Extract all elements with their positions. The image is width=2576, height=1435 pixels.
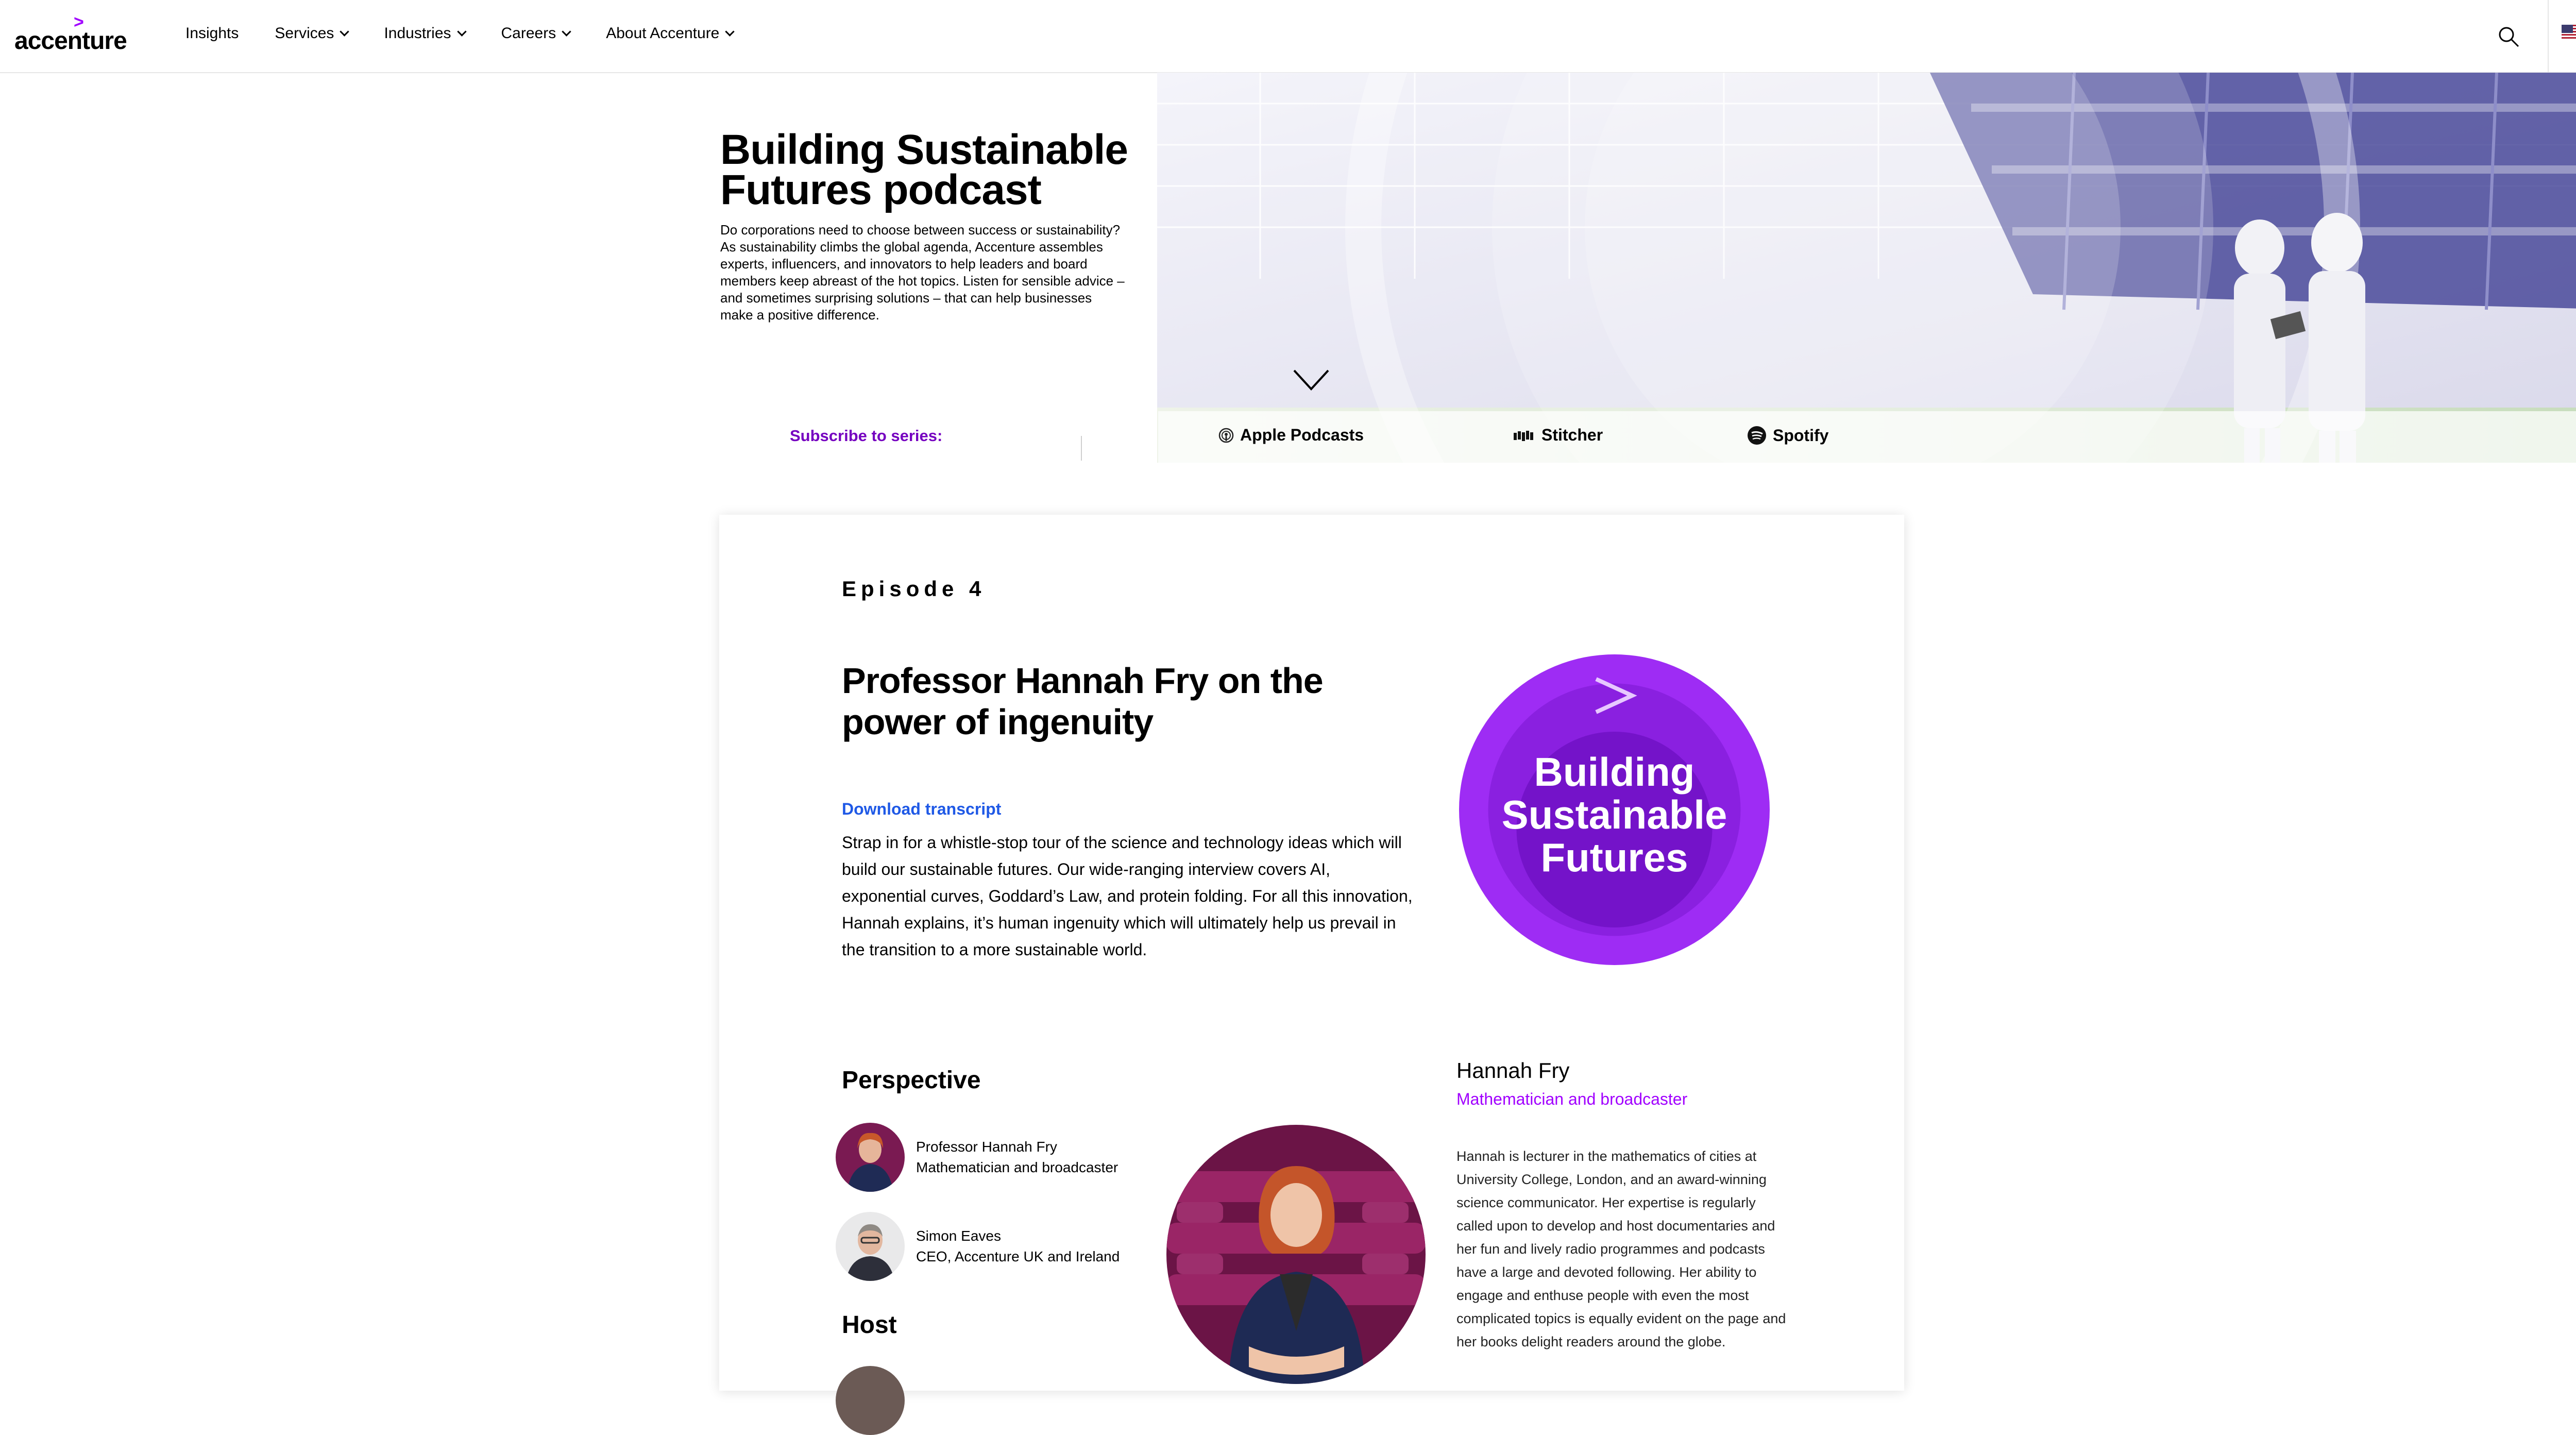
nav-label: Insights	[185, 25, 239, 42]
main-nav: Insights Services Industries Careers Abo…	[185, 25, 735, 42]
spotify-link[interactable]: Spotify	[1747, 426, 1828, 445]
nav-label: Careers	[501, 25, 556, 42]
subscribe-bar: Subscribe to series: Apple Podcasts Stit…	[720, 411, 2576, 463]
person-name: Professor Hannah Fry	[916, 1139, 1057, 1155]
podcast-badge: Building Sustainable Futures	[1459, 654, 1770, 965]
chevron-down-icon	[456, 26, 467, 37]
person-role: CEO, Accenture UK and Ireland	[916, 1248, 1120, 1264]
bio-name: Hannah Fry	[1456, 1058, 1570, 1083]
download-transcript-link[interactable]: Download transcript	[842, 800, 1001, 819]
platform-label: Spotify	[1773, 426, 1829, 445]
subscribe-bar-background	[1158, 411, 2576, 463]
logo-wordmark: accenture	[14, 27, 127, 55]
host-avatar[interactable]	[836, 1366, 905, 1435]
scroll-down-icon[interactable]	[1293, 368, 1329, 392]
spotify-icon	[1748, 426, 1766, 445]
platform-label: Stitcher	[1541, 426, 1603, 444]
badge-line-2: Sustainable	[1502, 792, 1727, 837]
chevron-down-icon	[340, 26, 350, 37]
featured-portrait	[1166, 1125, 1426, 1384]
perspective-heading: Perspective	[842, 1067, 981, 1094]
stitcher-icon	[1514, 430, 1533, 441]
page-title: Building Sustainable Futures podcast	[720, 126, 1128, 213]
person-name: Simon Eaves	[916, 1228, 1001, 1244]
host-heading: Host	[842, 1311, 897, 1339]
nav-divider	[2548, 0, 2549, 72]
chevron-down-icon	[562, 26, 571, 37]
nav-item-industries[interactable]: Industries	[384, 25, 467, 42]
episode-description: Strap in for a whistle-stop tour of the …	[842, 833, 1413, 959]
search-icon[interactable]	[2498, 26, 2519, 47]
nav-label: About Accenture	[606, 25, 720, 42]
us-flag-icon[interactable]	[2562, 25, 2576, 40]
subscribe-divider	[1081, 436, 1082, 461]
nav-item-about[interactable]: About Accenture	[606, 25, 735, 42]
episode-title: Professor Hannah Fry on the power of ing…	[842, 661, 1324, 742]
bio-role: Mathematician and broadcaster	[1456, 1090, 1688, 1108]
nav-label: Industries	[384, 25, 451, 42]
hero-description: Do corporations need to choose between s…	[720, 222, 1125, 323]
subscribe-label: Subscribe to series:	[790, 427, 943, 445]
perspective-person[interactable]: Simon Eaves CEO, Accenture UK and Irelan…	[836, 1212, 1120, 1281]
perspective-person[interactable]: Professor Hannah Fry Mathematician and b…	[836, 1123, 1118, 1192]
bio-text: Hannah is lecturer in the mathematics of…	[1456, 1149, 1786, 1349]
top-navigation: > accenture Insights Services Industries…	[0, 0, 2576, 73]
nav-item-careers[interactable]: Careers	[501, 25, 571, 42]
platform-label: Apple Podcasts	[1240, 426, 1364, 444]
avatar	[836, 1123, 905, 1192]
nav-item-services[interactable]: Services	[275, 25, 350, 42]
chevron-down-icon	[725, 26, 735, 37]
episode-number: Episode 4	[842, 577, 986, 601]
apple-podcasts-icon	[1218, 428, 1234, 443]
hero-image	[1157, 73, 2576, 463]
stitcher-link[interactable]: Stitcher	[1514, 426, 1603, 445]
nav-label: Services	[275, 25, 334, 42]
episode-card: Episode 4 Professor Hannah Fry on the po…	[719, 515, 1904, 1435]
badge-line-3: Futures	[1540, 835, 1688, 880]
nav-item-insights[interactable]: Insights	[185, 25, 239, 42]
person-role: Mathematician and broadcaster	[916, 1159, 1118, 1175]
avatar	[836, 1212, 905, 1281]
apple-podcasts-link[interactable]: Apple Podcasts	[1218, 426, 1364, 445]
badge-line-1: Building	[1534, 749, 1695, 795]
